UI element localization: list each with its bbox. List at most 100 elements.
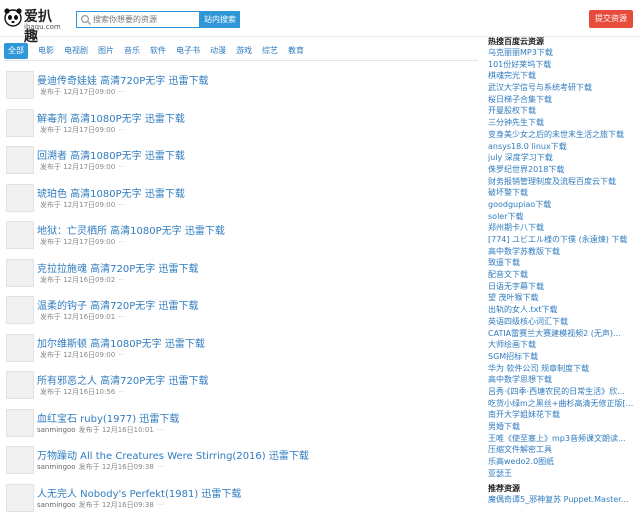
item-time: 发布于 12月16日09:02 bbox=[40, 275, 116, 284]
nav-item-anime[interactable]: 动漫 bbox=[210, 43, 226, 59]
hot-link[interactable]: 郑州期卡八下载 bbox=[488, 222, 638, 234]
hot-link[interactable]: 大师绘画下载 bbox=[488, 339, 638, 351]
item-title-link[interactable]: 琥珀色 高清1080P无字 迅雷下载 bbox=[37, 185, 185, 200]
nav-item-variety[interactable]: 综艺 bbox=[262, 43, 278, 59]
hot-link[interactable]: 棋魂完光下载 bbox=[488, 70, 638, 82]
hot-link[interactable]: 致遥下载 bbox=[488, 257, 638, 269]
hot-link[interactable]: soler下载 bbox=[488, 211, 638, 223]
item-time: 发布于 12月16日10:56 bbox=[40, 388, 116, 396]
category-nav: 全部 电影 电视剧 图片 音乐 软件 电子书 动漫 游戏 综艺 教育 bbox=[4, 43, 314, 59]
item-title-link[interactable]: 克拉拉施魂 高清720P无字 迅雷下载 bbox=[37, 260, 198, 275]
hot-link[interactable]: 乌克丽丽MP3下载 bbox=[488, 47, 638, 59]
hot-link[interactable]: 望 茂叶猴下载 bbox=[488, 292, 638, 304]
hot-link[interactable]: 吃货小绿m之黑丝+曲杉高清无修正版[... bbox=[488, 398, 638, 410]
site-logo[interactable]: 爱扒趣 ibaqu.com bbox=[4, 5, 64, 45]
hot-link[interactable]: CATIA雷赛兰大赛建模视频2 (无声)... bbox=[488, 328, 638, 340]
nav-item-tv[interactable]: 电视剧 bbox=[64, 43, 88, 59]
item-user[interactable]: sanmingoo bbox=[37, 501, 76, 509]
list-item: 人无完人 Nobody's Perfekt(1981) 迅雷下载 sanming… bbox=[6, 483, 478, 515]
thumbnail[interactable] bbox=[6, 408, 34, 437]
thumbnail[interactable] bbox=[6, 71, 34, 99]
nav-item-movie[interactable]: 电影 bbox=[38, 43, 54, 59]
thumbnail[interactable] bbox=[6, 258, 34, 287]
thumbnail[interactable] bbox=[6, 296, 34, 324]
hot-link[interactable]: goodgupiao下载 bbox=[488, 199, 638, 211]
hot-link[interactable]: 南开大学姐妹花下载 bbox=[488, 409, 638, 421]
thumbnail[interactable] bbox=[6, 221, 34, 249]
list-item: 曼迪传奇娃娃 高清720P无字 迅雷下载 发布于 12月17日09:00 ··· bbox=[6, 70, 478, 108]
hot-link[interactable]: 亚瑟王 bbox=[488, 468, 638, 480]
item-title-link[interactable]: 解毒剂 高清1080P无字 迅雷下载 bbox=[37, 110, 185, 125]
sidebar: 热搜百度云资源 乌克丽丽MP3下载 101份好莱坞下载 棋魂完光下载 武汉大学信… bbox=[488, 36, 638, 506]
item-time: 发布于 12月17日09:00 bbox=[40, 238, 116, 246]
hot-link[interactable]: july 深度学习下载 bbox=[488, 152, 638, 164]
hot-link[interactable]: 吕秀·《四季·西塘农民的日常生活》欣... bbox=[488, 386, 638, 398]
search-button[interactable]: 站内搜索 bbox=[200, 11, 240, 28]
nav-item-game[interactable]: 游戏 bbox=[236, 43, 252, 59]
item-title-link[interactable]: 人无完人 Nobody's Perfekt(1981) 迅雷下载 bbox=[37, 485, 241, 500]
hot-link[interactable]: 101份好莱坞下载 bbox=[488, 59, 638, 71]
hot-link[interactable]: 侏罗纪世界2018下载 bbox=[488, 164, 638, 176]
nav-item-education[interactable]: 教育 bbox=[288, 43, 304, 59]
more-dots-icon: ··· bbox=[118, 163, 125, 171]
item-title-link[interactable]: 曼迪传奇娃娃 高清720P无字 迅雷下载 bbox=[37, 72, 208, 87]
list-item: 万物躁动 All the Creatures Were Stirring(201… bbox=[6, 445, 478, 483]
hot-link[interactable]: 三分钟先生下载 bbox=[488, 117, 638, 129]
item-title-link[interactable]: 回溯者 高清1080P无字 迅雷下载 bbox=[37, 147, 185, 162]
hot-link[interactable]: 桜日梯子合集下载 bbox=[488, 94, 638, 106]
thumbnail[interactable] bbox=[6, 333, 34, 362]
hot-link[interactable]: 乐高wedo2.0图纸 bbox=[488, 456, 638, 468]
hot-link[interactable]: 高中数学思想下载 bbox=[488, 374, 638, 386]
list-item: 琥珀色 高清1080P无字 迅雷下载 发布于 12月17日09:00 ··· bbox=[6, 183, 478, 221]
nav-item-music[interactable]: 音乐 bbox=[124, 43, 140, 59]
resource-list: 曼迪传奇娃娃 高清720P无字 迅雷下载 发布于 12月17日09:00 ··· … bbox=[6, 70, 478, 515]
item-time: 发布于 12月16日09:00 bbox=[40, 350, 116, 359]
thumbnail[interactable] bbox=[6, 183, 34, 212]
hot-link[interactable]: 武汉大学信号与系统考研下载 bbox=[488, 82, 638, 94]
item-user[interactable]: sanmingoo bbox=[37, 426, 76, 434]
hot-link[interactable]: 配音文下载 bbox=[488, 269, 638, 281]
item-title-link[interactable]: 万物躁动 All the Creatures Were Stirring(201… bbox=[37, 447, 309, 462]
recommended-link[interactable]: 魔偶奇谭5_邪神复苏 Puppet.Master... bbox=[488, 494, 638, 506]
submit-resource-button[interactable]: 提交资源 bbox=[589, 10, 633, 28]
nav-item-image[interactable]: 图片 bbox=[98, 43, 114, 59]
item-title-link[interactable]: 血红宝石 ruby(1977) 迅雷下载 bbox=[37, 410, 179, 425]
hot-link[interactable]: 男婚下载 bbox=[488, 421, 638, 433]
search-input[interactable] bbox=[93, 12, 199, 27]
item-title-link[interactable]: 温柔的钩子 高清720P无字 迅雷下载 bbox=[37, 297, 198, 312]
hot-link[interactable]: ansys18.0 linux下载 bbox=[488, 141, 638, 153]
hot-link[interactable]: 财务报销管理制度及流程百度云下载 bbox=[488, 176, 638, 188]
hot-link[interactable]: [774] ユビエル様の下僕 (永遠煉) 下载 bbox=[488, 234, 638, 246]
item-user[interactable]: sanmingoo bbox=[37, 463, 76, 471]
nav-item-software[interactable]: 软件 bbox=[150, 43, 166, 59]
hot-link[interactable]: 开曼股权下载 bbox=[488, 105, 638, 117]
hot-link[interactable]: 王唯《使至塞上》mp3音频课文朗读... bbox=[488, 433, 638, 445]
more-dots-icon: ··· bbox=[118, 275, 125, 284]
list-item: 克拉拉施魂 高清720P无字 迅雷下载 发布于 12月16日09:02 ··· bbox=[6, 258, 478, 296]
hot-link[interactable]: 高中数学苏教版下载 bbox=[488, 246, 638, 258]
item-title-link[interactable]: 所有邪恶之人 高清720P无字 迅雷下载 bbox=[37, 372, 208, 387]
item-meta: 发布于 12月17日09:00 ··· bbox=[37, 125, 125, 135]
hot-link[interactable]: 破坏警下载 bbox=[488, 187, 638, 199]
hot-link[interactable]: 变身美少女之后的未世末生活之旅下载 bbox=[488, 129, 638, 141]
item-meta: 发布于 12月16日09:02 ··· bbox=[37, 275, 125, 285]
thumbnail[interactable] bbox=[6, 483, 34, 512]
thumbnail[interactable] bbox=[6, 146, 34, 174]
thumbnail[interactable] bbox=[6, 371, 34, 399]
item-title-link[interactable]: 加尔维斯顿 高清1080P无字 迅雷下载 bbox=[37, 335, 205, 350]
item-time: 发布于 12月16日09:01 bbox=[40, 313, 116, 321]
recommended-heading: 推荐资源 bbox=[488, 484, 520, 494]
list-item: 解毒剂 高清1080P无字 迅雷下载 发布于 12月17日09:00 ··· bbox=[6, 108, 478, 146]
thumbnail[interactable] bbox=[6, 446, 34, 474]
hot-link[interactable]: 出轨的女人.txt下载 bbox=[488, 304, 638, 316]
nav-item-all[interactable]: 全部 bbox=[4, 43, 28, 59]
hot-link[interactable]: 英语四级核心词汇下载 bbox=[488, 316, 638, 328]
nav-item-ebook[interactable]: 电子书 bbox=[176, 43, 200, 59]
hot-link[interactable]: SGM招标下载 bbox=[488, 351, 638, 363]
item-title-link[interactable]: 地狱：亡灵栖所 高清1080P无字 迅雷下载 bbox=[37, 222, 225, 237]
hot-link[interactable]: 华为 软件公司 规章制度下载 bbox=[488, 363, 638, 375]
hot-link[interactable]: 压缩文件解密工具 bbox=[488, 444, 638, 456]
thumbnail[interactable] bbox=[6, 108, 34, 137]
item-meta: 发布于 12月17日09:00 ··· bbox=[37, 162, 125, 172]
hot-link[interactable]: 日语无字幕下载 bbox=[488, 281, 638, 293]
